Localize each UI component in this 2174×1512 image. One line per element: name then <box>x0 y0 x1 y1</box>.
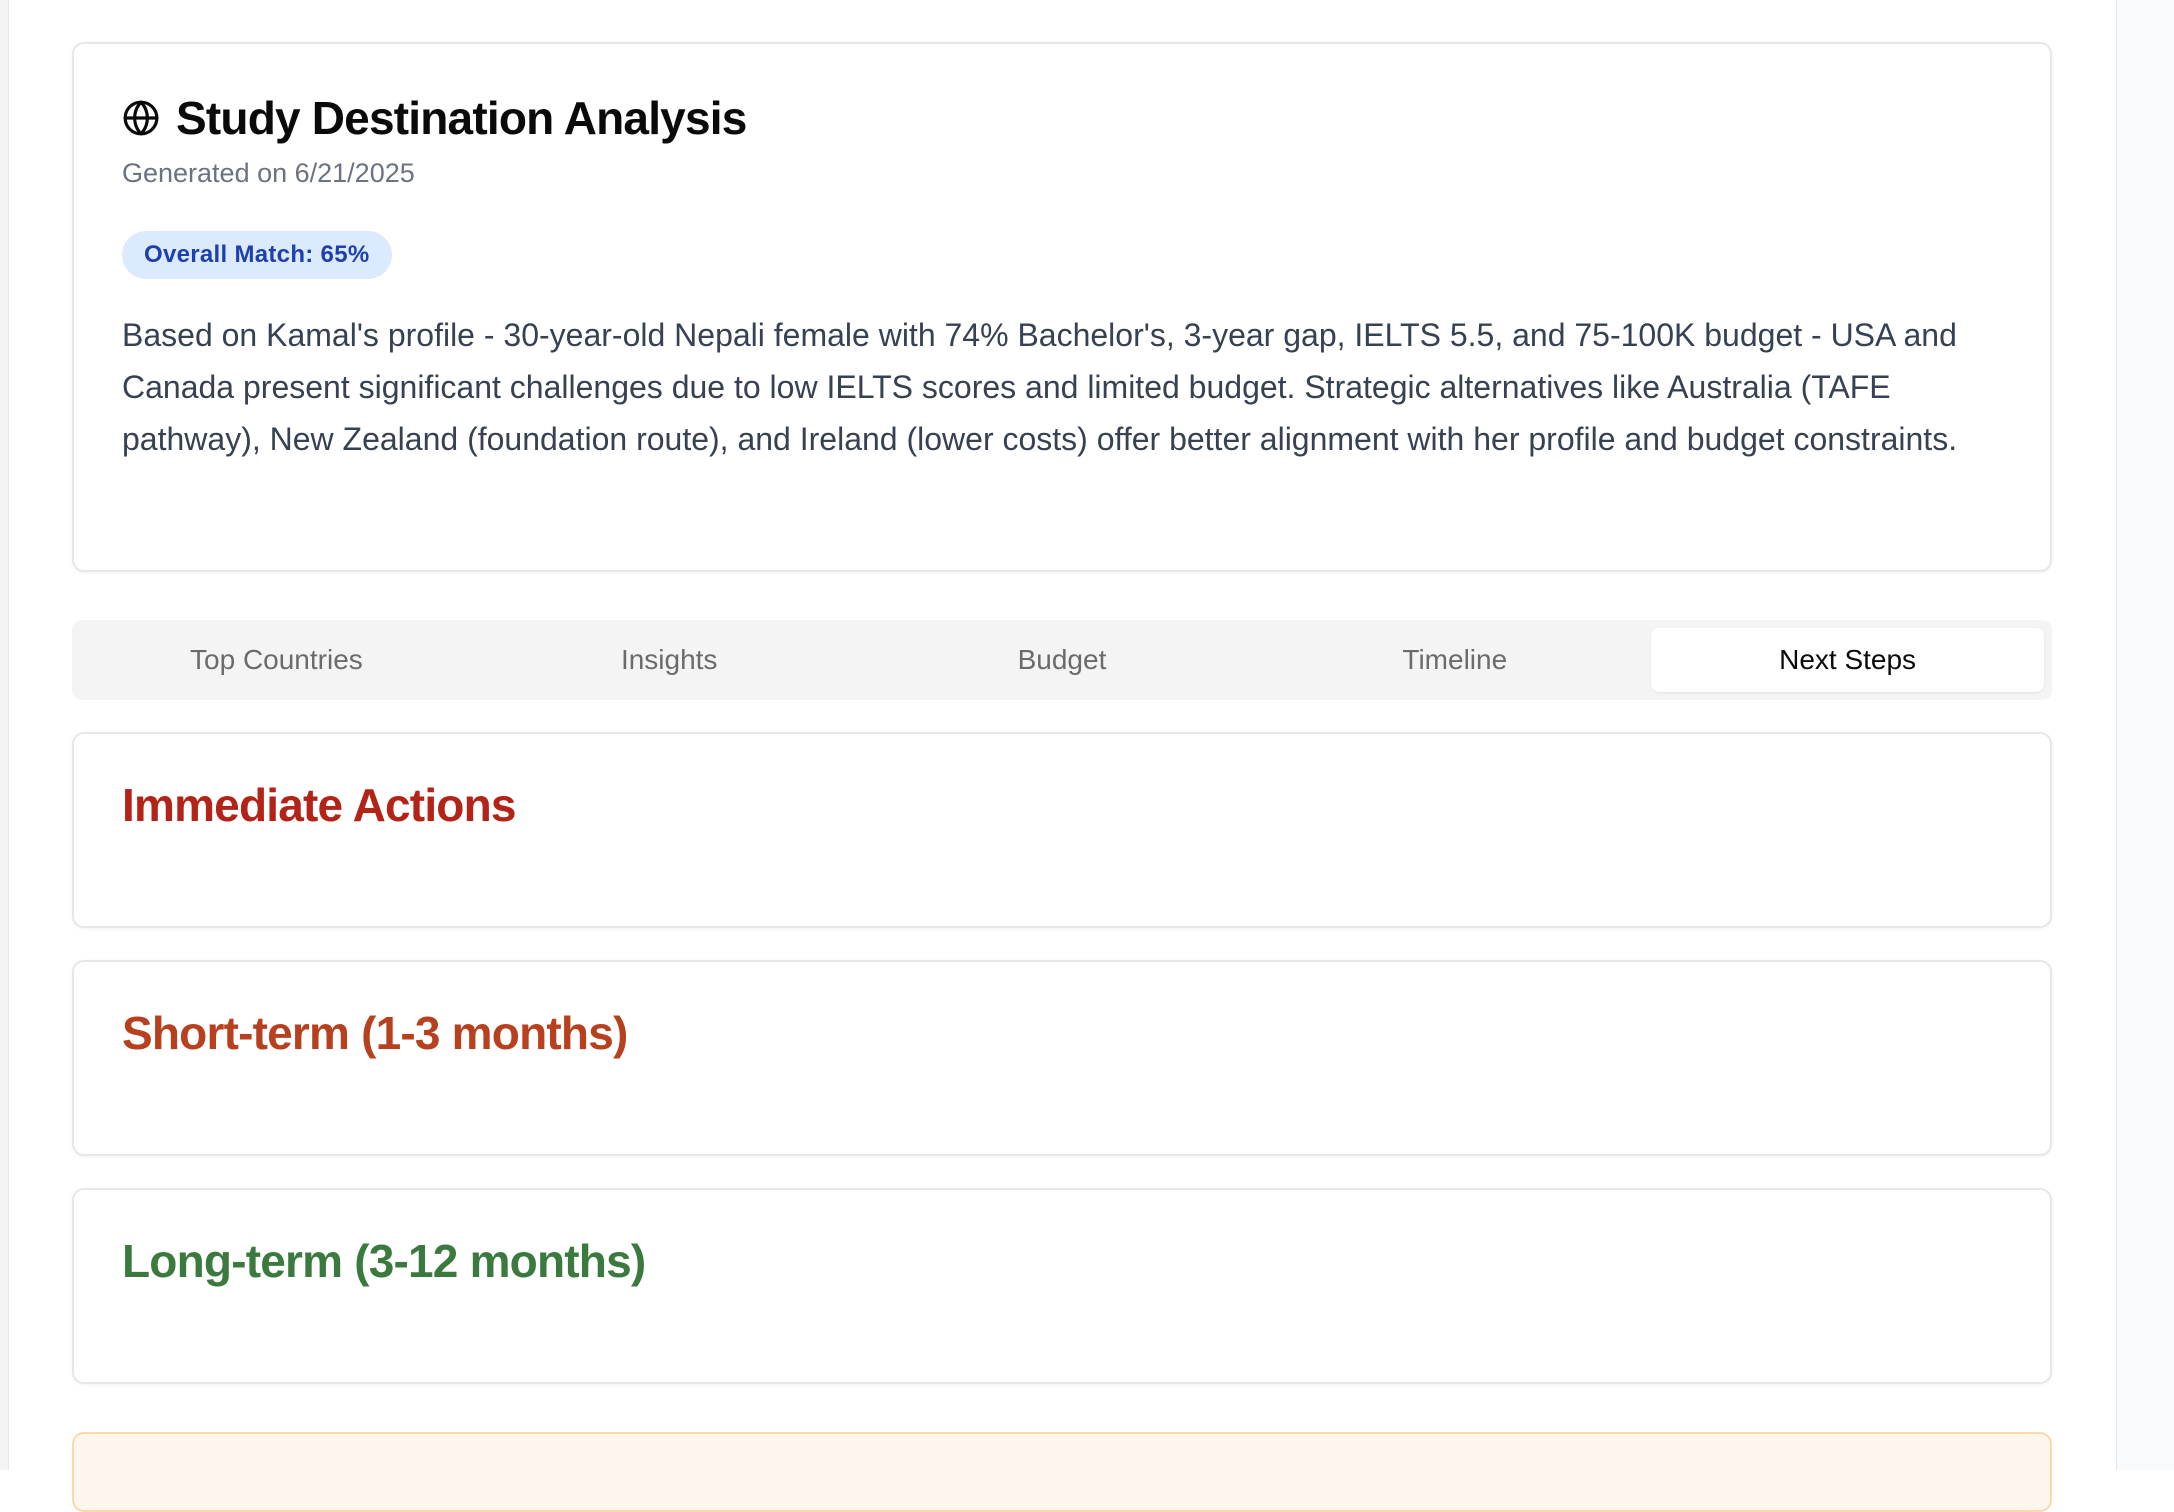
short-term-title: Short-term (1-3 months) <box>122 1007 628 1059</box>
generated-date: Generated on 6/21/2025 <box>122 158 415 188</box>
overall-match-badge: Overall Match: 65% <box>122 231 392 279</box>
tab-budget[interactable]: Budget <box>866 628 1259 692</box>
tab-timeline[interactable]: Timeline <box>1258 628 1651 692</box>
tab-bar: Top Countries Insights Budget Timeline N… <box>72 620 2052 700</box>
tab-top-countries[interactable]: Top Countries <box>80 628 473 692</box>
tab-insights[interactable]: Insights <box>473 628 866 692</box>
immediate-actions-title: Immediate Actions <box>122 779 516 831</box>
scrollbar-gutter[interactable] <box>2116 0 2174 1470</box>
immediate-actions-card: Immediate Actions <box>72 732 2052 928</box>
main-content: Study Destination Analysis Generated on … <box>72 42 2052 1384</box>
page-left-edge <box>0 0 9 1470</box>
tab-next-steps[interactable]: Next Steps <box>1651 628 2044 692</box>
notice-card <box>72 1432 2052 1512</box>
long-term-title: Long-term (3-12 months) <box>122 1235 646 1287</box>
title-row: Study Destination Analysis <box>122 90 2002 146</box>
page-title: Study Destination Analysis <box>176 92 747 144</box>
analysis-summary-text: Based on Kamal's profile - 30-year-old N… <box>122 317 1958 457</box>
short-term-card: Short-term (1-3 months) <box>72 960 2052 1156</box>
long-term-card: Long-term (3-12 months) <box>72 1188 2052 1384</box>
globe-icon <box>122 99 160 137</box>
analysis-summary-card: Study Destination Analysis Generated on … <box>72 42 2052 572</box>
